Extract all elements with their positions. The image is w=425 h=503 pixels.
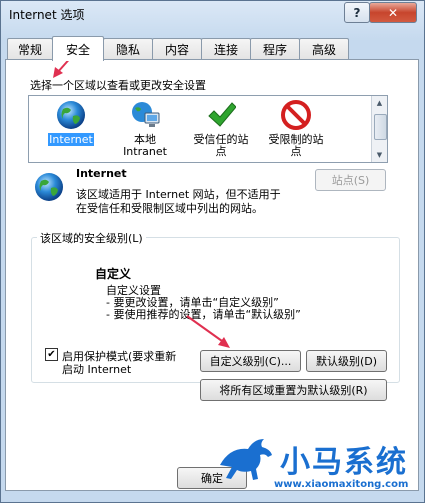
zone-trusted-label: 受信任的站 点 <box>193 133 249 158</box>
window-title: Internet 选项 <box>9 8 85 22</box>
security-level-line3: - 要使用推荐的设置，请单击“默认级别” <box>106 308 301 321</box>
security-level-name: 自定义 <box>95 267 132 281</box>
zone-description-line2: 在受信任和受限制区域中列出的网站。 <box>76 202 263 215</box>
internet-options-dialog: Internet 选项 ? ✕ 常规 安全 隐私 内容 连接 程序 高级 选择一… <box>0 0 425 503</box>
zone-restricted[interactable]: 受限制的站 点 <box>256 96 336 162</box>
tab-privacy[interactable]: 隐私 <box>103 38 153 60</box>
watermark-brand: 小马系统 <box>280 445 408 480</box>
tab-strip: 常规 安全 隐私 内容 连接 程序 高级 <box>5 36 419 61</box>
security-level-group-title: 该区域的安全级别(L) <box>37 230 146 246</box>
zone-prompt: 选择一个区域以查看或更改安全设置 <box>30 79 206 92</box>
zone-intranet-label: 本地 Intranet <box>123 133 167 158</box>
tab-security[interactable]: 安全 <box>52 36 104 61</box>
zone-list: Internet 本地 Intranet 受信任的站 点 受限制的站 点 ▲ ▼ <box>28 95 388 163</box>
tab-general[interactable]: 常规 <box>7 38 53 60</box>
selected-zone-globe-icon <box>35 173 63 201</box>
zone-intranet[interactable]: 本地 Intranet <box>105 96 185 162</box>
sites-button[interactable]: 站点(S) <box>315 169 386 191</box>
watermark-url: www.xiaomaxitong.com <box>274 479 409 490</box>
horse-icon <box>220 439 272 480</box>
protected-mode-checkbox[interactable]: ✔ <box>45 348 58 361</box>
globe-icon <box>57 101 85 129</box>
selected-zone-name: Internet <box>76 167 127 180</box>
close-button[interactable]: ✕ <box>369 2 417 23</box>
zone-internet-label: Internet <box>48 133 94 146</box>
zone-scrollbar[interactable]: ▲ ▼ <box>371 96 387 162</box>
protected-mode-label-line2: 启动 Internet <box>62 363 132 376</box>
tab-connections[interactable]: 连接 <box>201 38 251 60</box>
default-level-button[interactable]: 默认级别(D) <box>306 350 387 372</box>
scroll-up-icon[interactable]: ▲ <box>372 96 387 110</box>
zone-restricted-label: 受限制的站 点 <box>268 133 324 158</box>
checkmark-icon <box>208 102 236 127</box>
intranet-icon <box>132 102 160 127</box>
zone-trusted[interactable]: 受信任的站 点 <box>181 96 261 162</box>
zone-internet[interactable]: Internet <box>31 96 111 162</box>
help-button[interactable]: ? <box>344 2 370 23</box>
scroll-down-icon[interactable]: ▼ <box>372 148 387 162</box>
tab-content[interactable]: 内容 <box>152 38 202 60</box>
restricted-icon <box>281 100 311 130</box>
reset-all-zones-button[interactable]: 将所有区域重置为默认级别(R) <box>200 379 387 401</box>
custom-level-button[interactable]: 自定义级别(C)... <box>200 350 301 372</box>
scroll-thumb[interactable] <box>374 114 387 140</box>
watermark-logo: 小马系统 www.xiaomaxitong.com <box>216 433 424 501</box>
title-bar: Internet 选项 ? ✕ <box>1 1 424 29</box>
tab-advanced[interactable]: 高级 <box>299 38 349 60</box>
tab-programs[interactable]: 程序 <box>250 38 300 60</box>
